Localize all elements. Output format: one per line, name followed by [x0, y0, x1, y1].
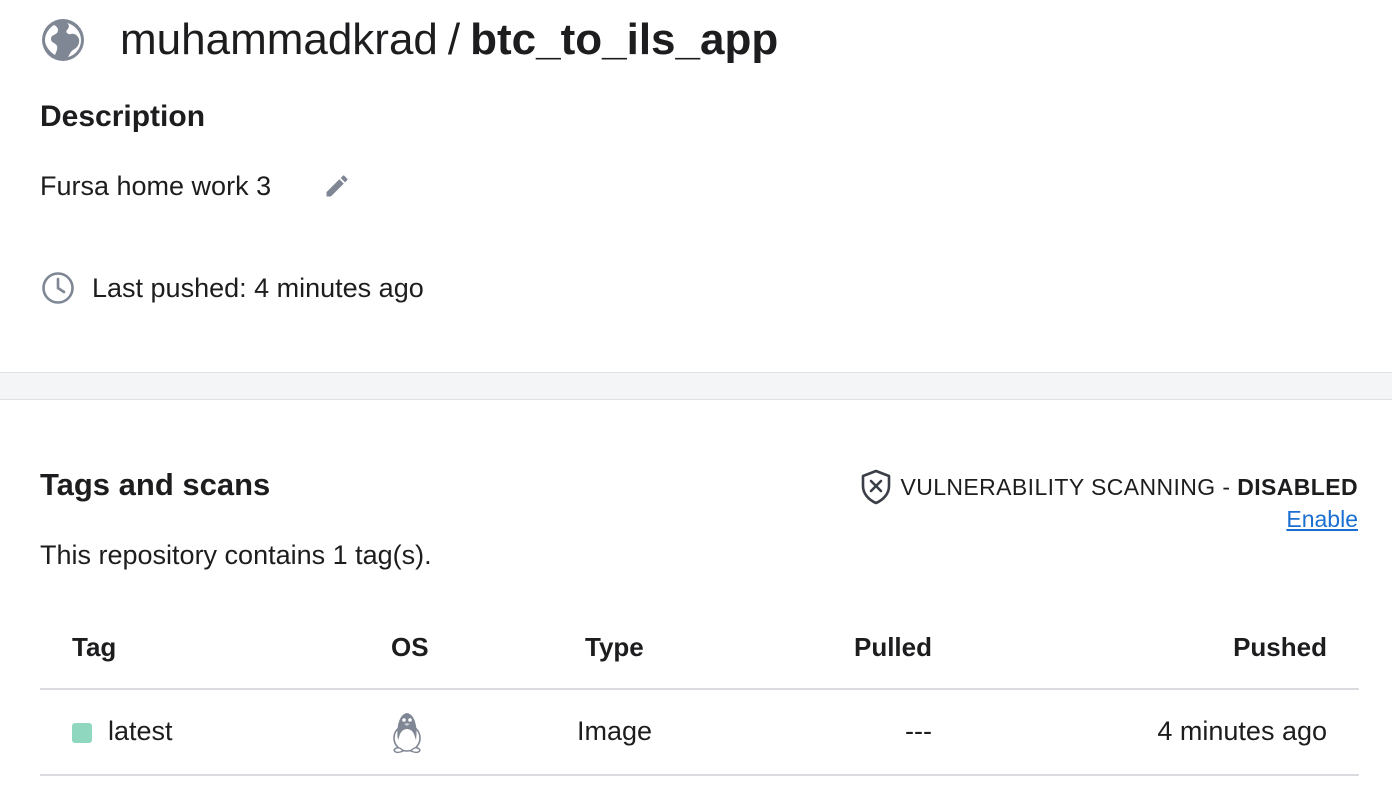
column-header-type: Type	[585, 632, 644, 662]
repo-title: muhammadkrad / btc_to_ils_app	[120, 12, 778, 68]
column-header-os: OS	[391, 632, 429, 662]
title-separator: /	[447, 15, 461, 64]
repo-header: muhammadkrad / btc_to_ils_app	[40, 12, 778, 68]
namespace-link[interactable]: muhammadkrad	[120, 15, 438, 64]
column-header-tag: Tag	[72, 632, 117, 662]
tag-status-square	[72, 723, 92, 743]
table-row[interactable]: latest Image --- 4 minutes ago	[40, 690, 1359, 776]
column-header-pushed: Pushed	[1233, 632, 1327, 662]
clock-icon	[42, 272, 74, 304]
last-pushed-text: Last pushed: 4 minutes ago	[92, 272, 424, 303]
linux-tux-icon	[393, 713, 421, 754]
description-row: Fursa home work 3	[40, 168, 351, 204]
vulnerability-label-text: VULNERABILITY SCANNING -	[900, 473, 1238, 500]
vulnerability-status: DISABLED	[1237, 473, 1358, 500]
table-header: Tag OS Type Pulled Pushed	[40, 618, 1359, 690]
description-heading: Description	[40, 100, 206, 133]
vulnerability-scanning-status: VULNERABILITY SCANNING - DISABLED	[860, 469, 1358, 505]
repository-page: muhammadkrad / btc_to_ils_app Description …	[0, 0, 1392, 792]
repo-name: btc_to_ils_app	[470, 15, 779, 64]
column-header-pulled: Pulled	[853, 632, 932, 662]
globe-icon	[42, 19, 84, 61]
pencil-icon[interactable]	[323, 172, 351, 200]
section-divider	[0, 372, 1392, 400]
vulnerability-label: VULNERABILITY SCANNING - DISABLED	[900, 474, 1358, 501]
shield-x-icon	[862, 469, 891, 505]
tag-count-text: This repository contains 1 tag(s).	[40, 540, 432, 570]
description-text: Fursa home work 3	[40, 170, 272, 201]
tags-heading: Tags and scans	[40, 467, 271, 502]
row-pushed: 4 minutes ago	[1157, 716, 1327, 746]
row-pulled: ---	[905, 716, 932, 746]
tag-name-link[interactable]: latest	[108, 716, 173, 747]
last-pushed-row: Last pushed: 4 minutes ago	[40, 268, 424, 308]
row-type: Image	[577, 716, 653, 746]
tags-table: Tag OS Type Pulled Pushed latest Image -…	[40, 618, 1359, 776]
enable-scanning-link[interactable]: Enable	[1286, 506, 1358, 533]
